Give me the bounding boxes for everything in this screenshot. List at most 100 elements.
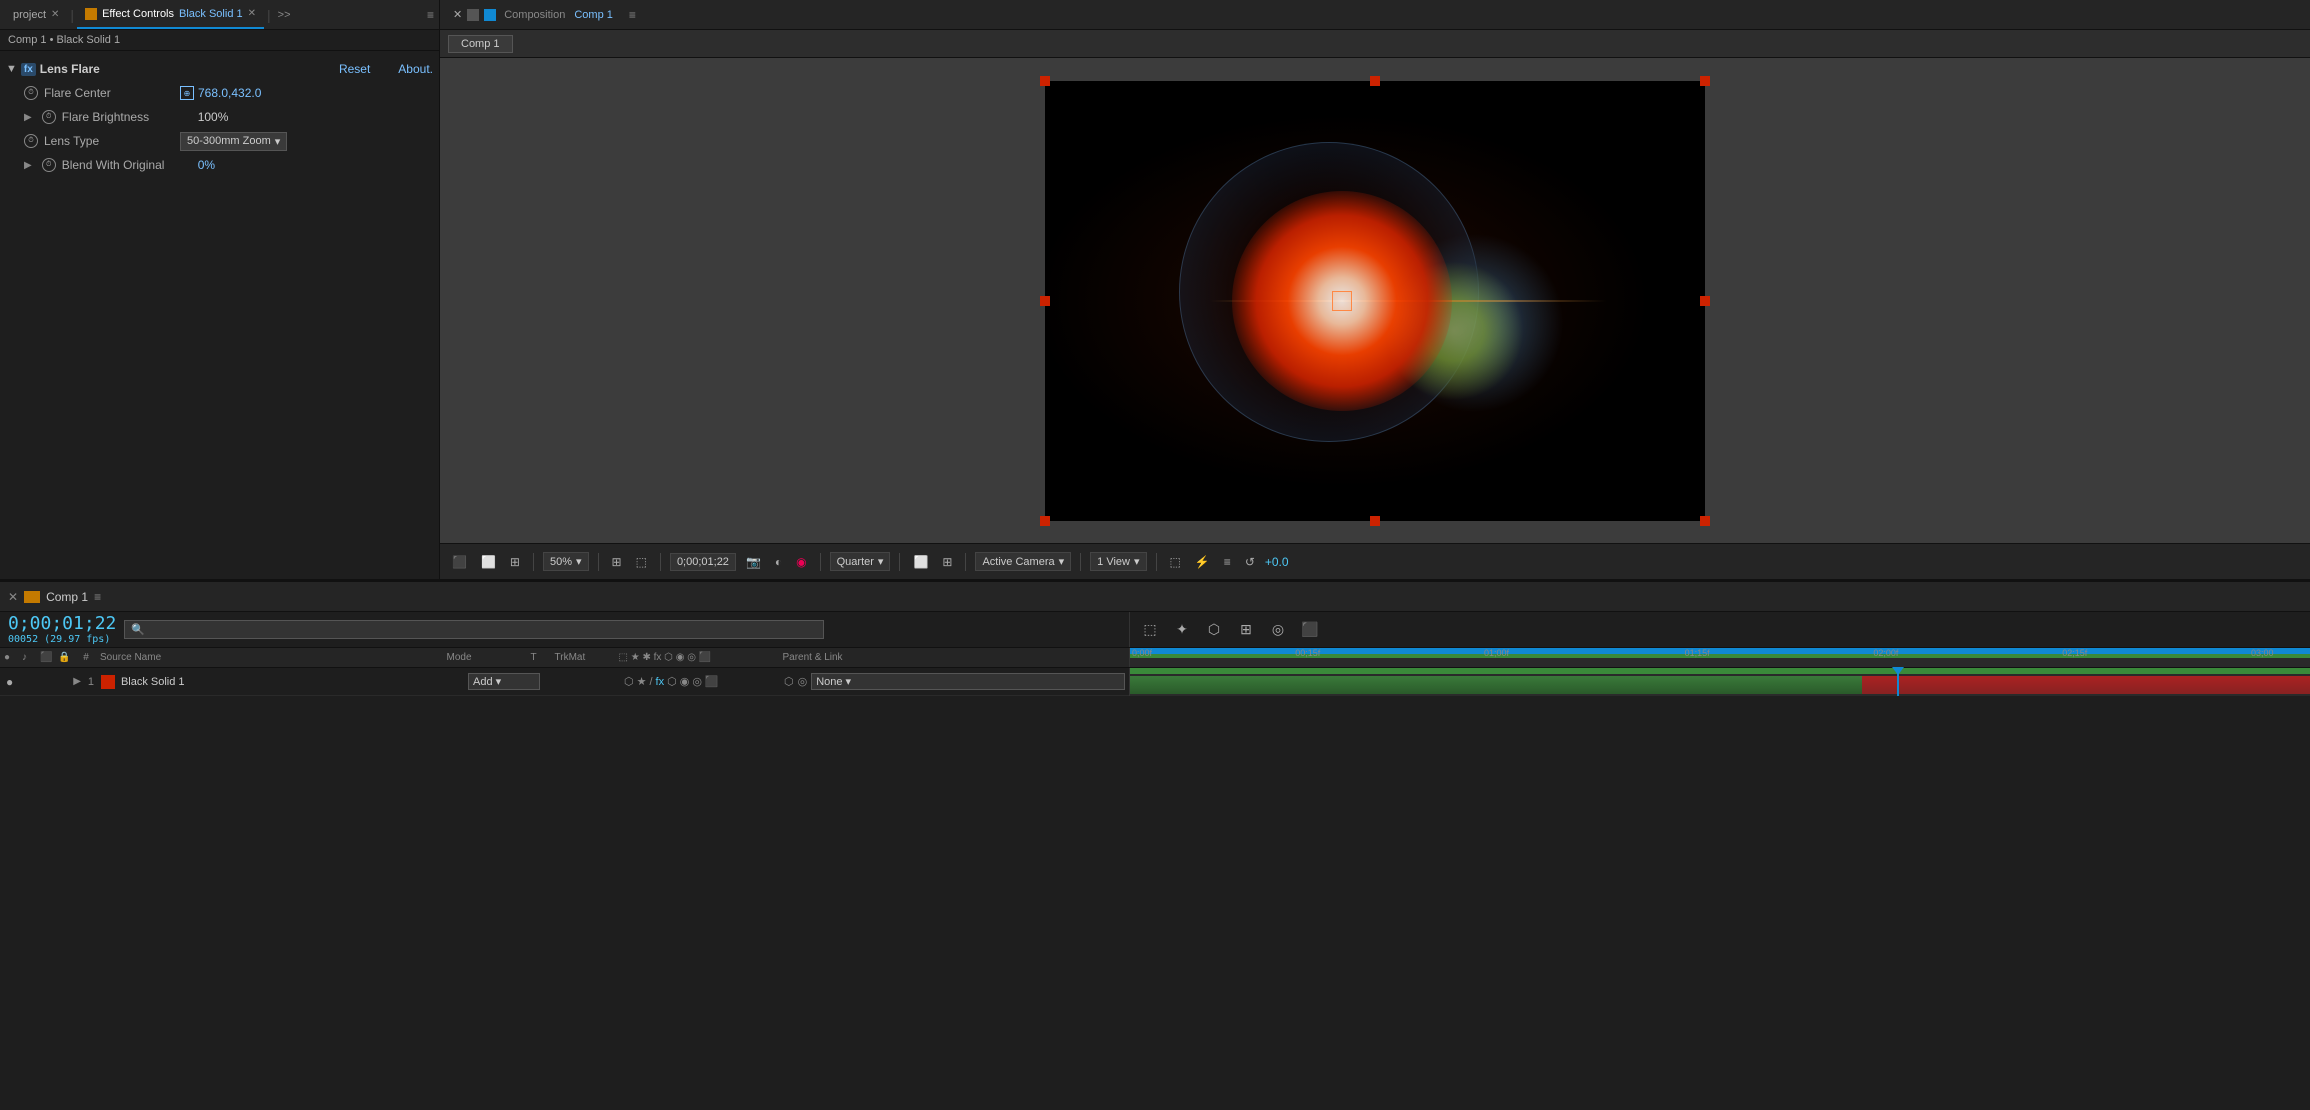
camera-chevron: ▾ bbox=[1059, 555, 1065, 568]
zoom-dropdown[interactable]: 50% ▾ bbox=[543, 552, 589, 571]
layer-eye-icon[interactable]: ● bbox=[6, 675, 13, 689]
layer-mode-dropdown[interactable]: Add ▾ bbox=[468, 673, 540, 690]
project-tab-close[interactable]: ✕ bbox=[51, 9, 59, 20]
color-btn[interactable]: ◉ bbox=[792, 553, 810, 571]
effect-controls-tab[interactable]: Effect Controls Black Solid 1 ✕ bbox=[77, 0, 264, 29]
switch-solo[interactable]: ◎ bbox=[692, 675, 702, 688]
timeline-comp-icon bbox=[24, 591, 40, 603]
grid-btn[interactable]: ⊞ bbox=[608, 553, 626, 571]
quality-dropdown[interactable]: Quarter ▾ bbox=[830, 552, 891, 571]
handle-bottom-middle[interactable] bbox=[1370, 516, 1380, 526]
snap-btn[interactable]: ⬚ bbox=[1166, 553, 1185, 571]
timeline-tool-btn4[interactable]: ⊞ bbox=[1234, 618, 1258, 642]
timeline-layers-left: ● ▶ 1 Black Solid 1 Add ▾ bbox=[0, 668, 1130, 696]
camera-capture-btn[interactable]: 📷 bbox=[742, 553, 765, 571]
timecode-main[interactable]: 0;00;01;22 bbox=[8, 614, 116, 634]
layer-mode-chevron: ▾ bbox=[496, 675, 502, 688]
effect-comp-name: Black Solid 1 bbox=[179, 8, 243, 20]
layer-link-icon: ⬡ bbox=[784, 675, 794, 688]
reset-button[interactable]: Reset bbox=[339, 62, 370, 76]
layer-bar-red[interactable] bbox=[1862, 676, 2310, 694]
flare-brightness-number[interactable]: 100% bbox=[198, 110, 229, 124]
handle-bottom-right[interactable] bbox=[1700, 516, 1710, 526]
blend-original-value[interactable]: 0% bbox=[198, 158, 215, 172]
composition-tab[interactable]: ✕ Composition Comp 1 bbox=[445, 0, 621, 29]
switch-3d[interactable]: ◉ bbox=[680, 675, 690, 688]
layer-parent-dropdown[interactable]: None ▾ bbox=[811, 673, 1125, 690]
composition-tab-close[interactable]: ✕ bbox=[453, 8, 462, 21]
safe-zones-btn[interactable]: ⬚ bbox=[632, 553, 651, 571]
timeline-search[interactable]: 🔍 bbox=[124, 620, 824, 639]
3d-glasses-btn[interactable]: ⊞ bbox=[506, 553, 524, 571]
draft-btn[interactable]: ◐ bbox=[771, 553, 786, 571]
layer-parent-chevron: ▾ bbox=[846, 675, 852, 688]
timeline-tool-btn5[interactable]: ◎ bbox=[1266, 618, 1290, 642]
ruler-mark-3: 03;00 bbox=[2251, 648, 2274, 658]
views-value: 1 View bbox=[1097, 556, 1130, 568]
tab-separator2: | bbox=[267, 7, 271, 23]
motion-blur-btn[interactable]: ⚡ bbox=[1191, 553, 1214, 571]
switch-adjust[interactable]: ⬡ bbox=[667, 675, 677, 688]
flare-brightness-expand[interactable]: ▶ bbox=[24, 112, 32, 123]
draft-3d-btn[interactable]: ≡ bbox=[1220, 553, 1235, 571]
toggle-transparency-btn[interactable]: ⬛ bbox=[448, 553, 471, 571]
handle-top-left[interactable] bbox=[1040, 76, 1050, 86]
handle-top-right[interactable] bbox=[1700, 76, 1710, 86]
about-button[interactable]: About. bbox=[398, 62, 433, 76]
collapse-arrow[interactable]: ▼ bbox=[6, 63, 17, 75]
exposure-value[interactable]: +0.0 bbox=[1265, 555, 1289, 569]
handle-middle-left[interactable] bbox=[1040, 296, 1050, 306]
layer-bar-green[interactable] bbox=[1130, 676, 1862, 694]
timeline-bars bbox=[1130, 668, 2310, 696]
flare-center-value[interactable]: ⊕ 768.0,432.0 bbox=[180, 86, 261, 100]
switch-effects[interactable]: ★ bbox=[637, 675, 647, 688]
handle-bottom-left[interactable] bbox=[1040, 516, 1050, 526]
handle-top-middle[interactable] bbox=[1370, 76, 1380, 86]
viewer-toolbar: ⬛ ⬜ ⊞ 50% ▾ ⊞ ⬚ 0;00;01;22 📷 ◐ ◉ Quarter… bbox=[440, 543, 2310, 579]
expand-btn[interactable]: ⊞ bbox=[938, 553, 956, 571]
layer-expand-btn[interactable]: ▶ bbox=[73, 676, 81, 687]
blend-original-expand[interactable]: ▶ bbox=[24, 160, 32, 171]
zoom-chevron: ▾ bbox=[576, 555, 582, 568]
handle-middle-right[interactable] bbox=[1700, 296, 1710, 306]
views-dropdown[interactable]: 1 View ▾ bbox=[1090, 552, 1146, 571]
reset-exposure-btn[interactable]: ↺ bbox=[1241, 553, 1259, 571]
effect-controls-tab-close[interactable]: ✕ bbox=[248, 8, 256, 19]
project-tab-label: project bbox=[13, 9, 46, 21]
comp-label-prefix: Composition bbox=[504, 9, 565, 21]
timeline-tool-btn2[interactable]: ✦ bbox=[1170, 618, 1194, 642]
switch-fx[interactable]: fx bbox=[656, 676, 665, 688]
switch-frame-blend[interactable]: / bbox=[649, 676, 652, 688]
panel-menu-icon[interactable]: ≡ bbox=[427, 8, 434, 22]
playhead[interactable] bbox=[1897, 668, 1899, 696]
blend-original-number[interactable]: 0% bbox=[198, 158, 215, 172]
timecode-display[interactable]: 0;00;01;22 bbox=[670, 553, 736, 571]
flare-center-coords[interactable]: 768.0,432.0 bbox=[198, 86, 261, 100]
composition-panel: ✕ Composition Comp 1 ≡ Comp 1 bbox=[440, 0, 2310, 579]
effect-controls-tabs: project ✕ | Effect Controls Black Solid … bbox=[0, 0, 439, 30]
switch-motion-blur[interactable]: ⬡ bbox=[624, 675, 634, 688]
timeline-tool-btn6[interactable]: ⬛ bbox=[1298, 618, 1322, 642]
comp1-inner-tab[interactable]: Comp 1 bbox=[448, 35, 513, 53]
layer-parent-value: None bbox=[816, 676, 842, 688]
col-solo-icon: ⬛ bbox=[40, 652, 54, 663]
timeline-tool-btn3[interactable]: ⬡ bbox=[1202, 618, 1226, 642]
timeline-menu-icon[interactable]: ≡ bbox=[94, 590, 101, 604]
project-tab[interactable]: project ✕ bbox=[5, 0, 67, 29]
effect-controls-content: ▼ fx Lens Flare Reset About. ⏱ Flare Cen… bbox=[0, 51, 439, 579]
timeline-content: ● ▶ 1 Black Solid 1 Add ▾ bbox=[0, 668, 2310, 696]
more-tabs-btn[interactable]: >> bbox=[278, 9, 291, 21]
timeline-tool-btn1[interactable]: ⬚ bbox=[1138, 618, 1162, 642]
camera-dropdown[interactable]: Active Camera ▾ bbox=[975, 552, 1071, 571]
full-view-btn[interactable]: ⬜ bbox=[909, 553, 932, 571]
timeline-close-btn[interactable]: ✕ bbox=[8, 590, 18, 604]
toggle-view-btn[interactable]: ⬜ bbox=[477, 553, 500, 571]
timeline-panel: ✕ Comp 1 ≡ 0;00;01;22 00052 (29.97 fps) … bbox=[0, 580, 2310, 696]
comp-panel-menu[interactable]: ≡ bbox=[629, 8, 636, 22]
lens-type-dropdown[interactable]: 50-300mm Zoom ▾ bbox=[180, 132, 287, 151]
flare-brightness-value[interactable]: 100% bbox=[198, 110, 229, 124]
effect-controls-panel: project ✕ | Effect Controls Black Solid … bbox=[0, 0, 440, 579]
lens-type-value: 50-300mm Zoom bbox=[187, 135, 271, 147]
search-input[interactable] bbox=[149, 624, 817, 636]
switch-shy[interactable]: ⬛ bbox=[705, 675, 719, 688]
